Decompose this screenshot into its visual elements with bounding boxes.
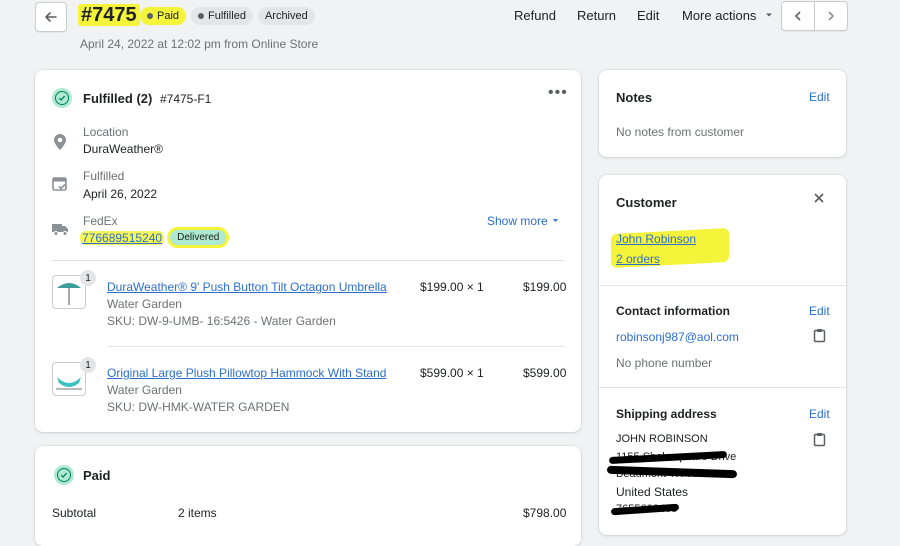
notes-title: Notes: [616, 90, 653, 105]
ellipsis-icon: •••: [548, 84, 568, 101]
paid-check-icon: [54, 465, 74, 485]
location-label: Location: [83, 125, 129, 139]
truck-icon: [52, 224, 68, 236]
dot-icon: [198, 13, 205, 19]
product-link-hammock[interactable]: Original Large Plush Pillowtop Hammock W…: [107, 366, 386, 380]
previous-order-button[interactable]: [781, 1, 815, 31]
product-vendor: Water Garden: [107, 383, 182, 397]
arrow-left-icon: [45, 12, 57, 22]
back-button[interactable]: [35, 2, 67, 32]
copy-email-button[interactable]: [813, 328, 826, 346]
caret-down-icon: [552, 219, 559, 222]
shipping-title: Shipping address: [616, 407, 717, 421]
status-badges: Paid Fulfilled Archived: [140, 7, 315, 25]
location-value: DuraWeather®: [83, 142, 163, 156]
notes-edit-button[interactable]: Edit: [809, 90, 830, 104]
more-options-button[interactable]: •••: [548, 84, 568, 102]
location-pin-icon: [54, 134, 66, 150]
fulfilled-label: Fulfilled: [83, 169, 125, 183]
product-total: $599.00: [523, 366, 567, 380]
chevron-right-icon: [828, 11, 835, 21]
product-sku: SKU: DW-9-UMB- 16:5426 - Water Garden: [107, 314, 336, 328]
status-badge-archived: Archived: [257, 7, 315, 25]
order-subtitle: April 24, 2022 at 12:02 pm from Online S…: [80, 37, 319, 51]
subtotal-items: 2 items: [178, 506, 217, 520]
tracking-number-link[interactable]: 776689515240: [80, 230, 165, 245]
product-sku: SKU: DW-HMK-WATER GARDEN: [107, 400, 290, 414]
divider: [52, 260, 564, 261]
customer-card: Customer John Robinson 2 orders Contact …: [599, 175, 846, 535]
fulfilled-date: April 26, 2022: [83, 187, 158, 201]
divider: [107, 346, 564, 347]
fulfillment-title: Fulfilled (2) #7475-F1: [83, 91, 212, 106]
customer-phone: No phone number: [616, 356, 713, 370]
product-vendor: Water Garden: [107, 297, 182, 311]
return-button[interactable]: Return: [577, 8, 616, 23]
clipboard-icon: [813, 433, 826, 447]
divider: [599, 387, 846, 388]
clipboard-icon: [813, 329, 826, 343]
product-price-qty: $199.00 × 1: [420, 280, 484, 294]
paid-title: Paid: [83, 468, 111, 483]
more-actions-button[interactable]: More actions: [682, 8, 774, 23]
subtotal-value: $798.00: [523, 506, 567, 520]
delivered-badge: Delivered: [170, 230, 227, 245]
status-badge-paid: Paid: [140, 7, 187, 25]
show-more-button[interactable]: Show more: [487, 214, 560, 228]
remove-customer-button[interactable]: [813, 192, 825, 207]
payment-card: Paid Subtotal 2 items $798.00: [35, 446, 581, 546]
product-total: $199.00: [523, 280, 567, 294]
fulfillment-card: Fulfilled (2) #7475-F1 ••• Location Dura…: [35, 70, 581, 432]
tracking-row: 776689515240 Delivered: [80, 230, 227, 245]
next-order-button[interactable]: [814, 1, 848, 31]
copy-address-button[interactable]: [813, 432, 826, 450]
caret-down-icon: [766, 13, 773, 17]
refund-button[interactable]: Refund: [514, 8, 556, 23]
fulfilled-check-icon: [52, 88, 72, 108]
quantity-badge: 1: [80, 270, 96, 286]
dot-icon: [147, 13, 153, 19]
customer-email-link[interactable]: robinsonj987@aol.com: [616, 330, 739, 344]
notes-card: Notes Edit No notes from customer: [599, 70, 846, 157]
chevron-left-icon: [794, 11, 801, 21]
divider: [599, 285, 846, 286]
shipping-edit-button[interactable]: Edit: [809, 407, 830, 421]
shipping-name: JOHN ROBINSON: [616, 433, 708, 445]
order-number: #7475: [78, 4, 140, 26]
contact-title: Contact information: [616, 304, 730, 318]
calendar-check-icon: [52, 177, 67, 191]
status-badge-fulfilled: Fulfilled: [191, 7, 253, 25]
customer-orders-link[interactable]: 2 orders: [616, 252, 660, 266]
subtotal-label: Subtotal: [52, 506, 97, 520]
product-link-umbrella[interactable]: DuraWeather® 9' Push Button Tilt Octagon…: [107, 280, 387, 294]
customer-name-link[interactable]: John Robinson: [616, 232, 696, 246]
contact-edit-button[interactable]: Edit: [809, 304, 830, 318]
customer-title: Customer: [616, 195, 677, 210]
order-title: #7475: [78, 4, 140, 27]
shipping-country: United States: [616, 485, 689, 499]
edit-order-button[interactable]: Edit: [637, 8, 659, 23]
notes-body: No notes from customer: [616, 125, 745, 139]
carrier-label: FedEx: [83, 214, 118, 228]
product-price-qty: $599.00 × 1: [420, 366, 484, 380]
close-icon: [814, 193, 824, 203]
quantity-badge: 1: [80, 357, 96, 373]
